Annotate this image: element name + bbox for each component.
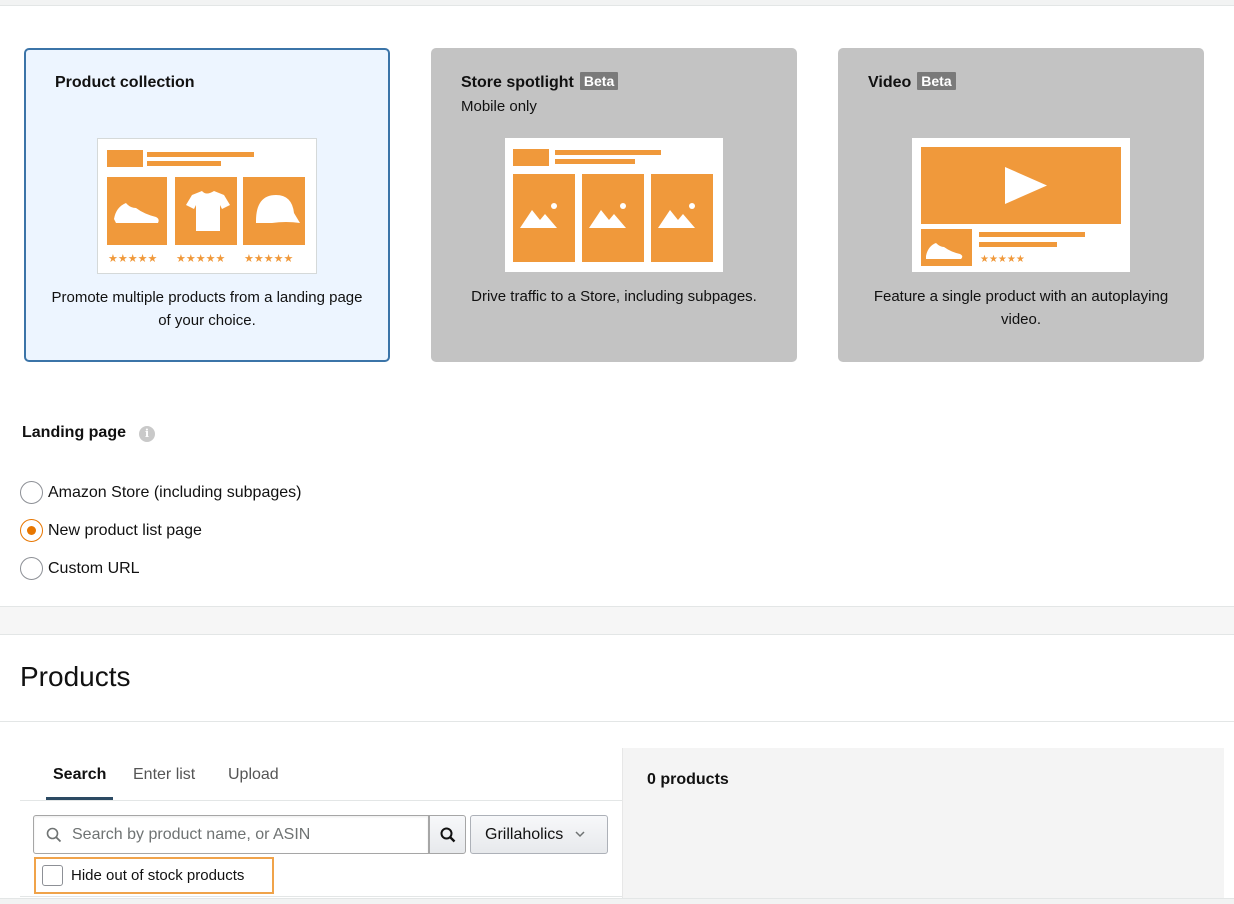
radio-amazon-store[interactable]: Amazon Store (including subpages) [20,481,301,504]
card-title: Product collection [55,74,195,91]
svg-text:★★★★★: ★★★★★ [244,252,293,265]
checkbox[interactable] [42,865,63,886]
card-description: Feature a single product with an autopla… [873,288,1169,328]
search-input[interactable] [72,825,412,844]
product-collection-diagram: ★★★★★ ★★★★★ ★★★★★ [107,150,305,265]
card-title-text: Store spotlight [461,74,574,91]
chevron-down-icon [575,831,585,838]
svg-text:★★★★★: ★★★★★ [176,252,225,265]
store-spotlight-illustration [505,138,723,272]
beta-badge: Beta [917,72,956,90]
store-spotlight-diagram [513,149,713,262]
product-source-tabs: Search Enter list Upload [20,750,622,801]
tab-upload[interactable]: Upload [228,766,279,784]
hide-out-of-stock-checkbox[interactable]: Hide out of stock products [34,857,274,894]
radio-button-checked[interactable] [20,519,43,542]
section-divider [0,606,1234,635]
card-description: Drive traffic to a Store, including subp… [471,288,757,305]
checkbox-label: Hide out of stock products [71,867,245,884]
radio-custom-url[interactable]: Custom URL [20,557,140,580]
card-subtitle: Mobile only [461,98,537,115]
star-icon: ★★★★★ ★★★★★ ★★★★★ [108,252,293,265]
info-icon[interactable]: i [139,426,155,442]
bottom-border [0,898,1234,904]
card-description: Promote multiple products from a landing… [51,289,363,329]
product-count: 0 products [647,771,729,788]
products-heading: Products [20,661,131,692]
brand-dropdown-value: Grillaholics [485,825,564,843]
radio-new-product-list-page[interactable]: New product list page [20,519,202,542]
radio-button[interactable] [20,481,43,504]
star-icon: ★★★★★ [980,254,1025,265]
ad-format-card-store-spotlight[interactable]: Store spotlight Beta Mobile only Drive tr… [431,48,797,362]
radio-label: Custom URL [48,559,140,577]
product-collection-illustration: ★★★★★ ★★★★★ ★★★★★ [97,138,317,274]
card-title: Store spotlight Beta [461,72,619,92]
video-illustration: ★★★★★ [912,138,1130,272]
card-title: Video Beta [868,72,956,92]
selected-products-panel: 0 products [622,748,1224,904]
landing-page-label: Landing page [22,424,126,441]
ad-format-card-video[interactable]: Video Beta ★★★★★ Feature a single product… [838,48,1204,362]
video-diagram: ★★★★★ [921,147,1121,266]
tab-search[interactable]: Search [53,766,106,784]
beta-badge: Beta [579,72,619,90]
brand-dropdown[interactable]: Grillaholics [470,815,608,854]
ad-format-card-product-collection[interactable]: Product collection ★★★★★ ★★★★★ ★★★★★ Pro… [24,48,390,362]
active-tab-indicator [46,797,113,800]
search-icon [440,827,455,842]
card-title-text: Video [868,74,912,91]
divider [0,721,1234,722]
search-button[interactable] [429,815,466,854]
search-icon [46,827,62,842]
top-border [0,0,1234,6]
radio-button[interactable] [20,557,43,580]
radio-label: Amazon Store (including subpages) [48,483,302,501]
product-search-field[interactable] [33,815,429,854]
svg-text:★★★★★: ★★★★★ [108,252,157,265]
divider [20,896,622,897]
radio-label: New product list page [48,521,202,539]
tab-enter-list[interactable]: Enter list [133,766,195,784]
